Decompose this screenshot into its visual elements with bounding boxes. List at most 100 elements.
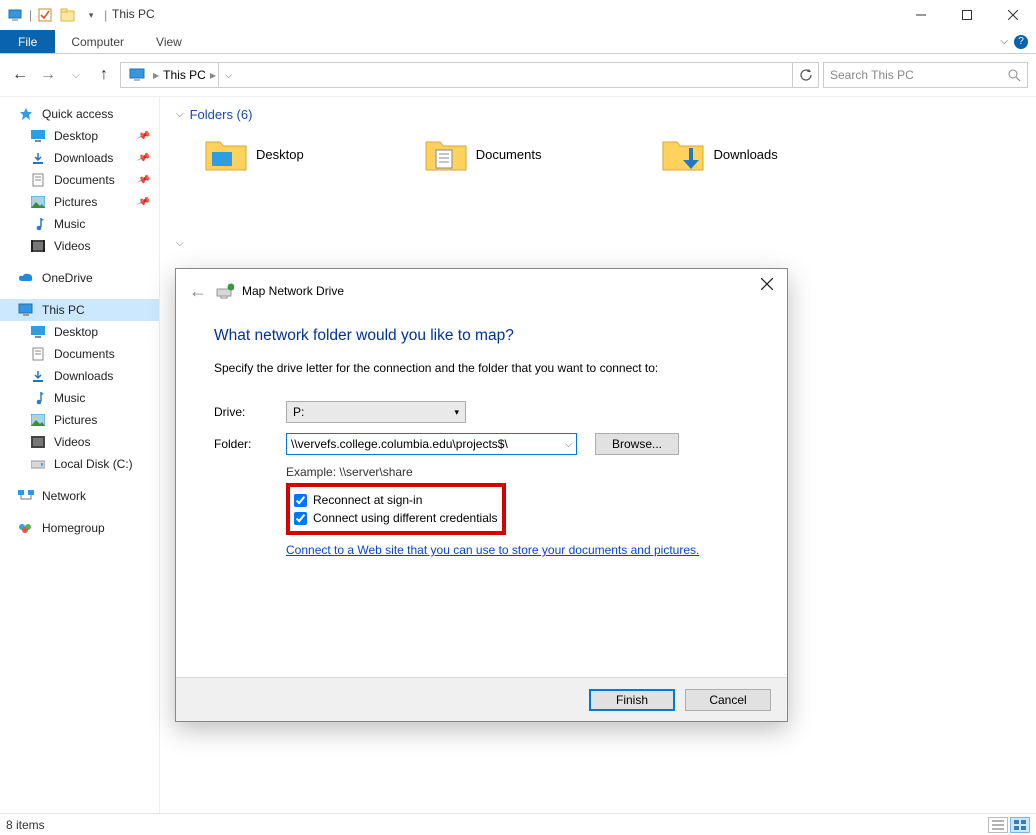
chevron-right-icon[interactable]: ▶ [153,71,159,80]
documents-icon [30,172,46,188]
chevron-down-icon: ⌵ [176,238,184,249]
folder-item-desktop[interactable]: Desktop [204,136,304,172]
drive-value: P: [293,405,304,419]
finish-button[interactable]: Finish [589,689,675,711]
videos-icon [30,238,46,254]
ribbon-tabs: File Computer View ⌵ ? [0,30,1036,54]
checkbox-reconnect[interactable]: Reconnect at sign-in [294,491,498,509]
folder-item-documents[interactable]: Documents [424,136,542,172]
pin-icon: 📌 [135,151,150,166]
folder-item-downloads[interactable]: Downloads [661,136,777,172]
folder-label: Downloads [713,147,777,162]
downloads-icon [30,368,46,384]
drive-label: Drive: [214,405,286,419]
checkbox-credentials[interactable]: Connect using different credentials [294,509,498,527]
browse-button[interactable]: Browse... [595,433,679,455]
dialog-titlebar: ← Map Network Drive [176,269,787,313]
group-header-folders[interactable]: ⌵ Folders (6) [174,103,1022,130]
sidebar-item-pc-videos[interactable]: Videos [0,431,159,453]
tab-view[interactable]: View [140,30,198,53]
qat-dropdown-icon[interactable]: ▾ [81,5,101,25]
close-button[interactable] [990,0,1036,30]
chevron-right-icon[interactable]: ▶ [210,71,216,80]
sidebar-label: Videos [54,435,90,449]
sidebar-item-pc-downloads[interactable]: Downloads [0,365,159,387]
desktop-icon [30,324,46,340]
sidebar-item-pictures[interactable]: Pictures 📌 [0,191,159,213]
sidebar-label: Music [54,391,85,405]
sidebar-item-videos[interactable]: Videos [0,235,159,257]
cancel-button[interactable]: Cancel [685,689,771,711]
chevron-down-icon: ▾ [454,407,459,418]
dialog-subtext: Specify the drive letter for the connect… [214,361,749,375]
search-placeholder: Search This PC [830,68,914,82]
group-header-drives[interactable]: ⌵ [174,234,1022,257]
sidebar-item-downloads[interactable]: Downloads 📌 [0,147,159,169]
downloads-icon [30,150,46,166]
sidebar-label: Network [42,489,86,503]
folder-value: \\vervefs.college.columbia.edu\projects$… [291,437,508,451]
new-folder-icon[interactable] [58,5,78,25]
up-button[interactable]: ↑ [92,63,116,87]
sidebar-item-onedrive[interactable]: OneDrive [0,267,159,289]
view-details-icon[interactable] [988,817,1008,833]
address-dropdown-icon[interactable]: ⌵ [218,62,238,88]
forward-button[interactable]: → [36,63,60,87]
quick-access-toolbar: | ▾ | [0,0,107,30]
dialog-close-button[interactable] [753,273,781,295]
sidebar-item-documents[interactable]: Documents 📌 [0,169,159,191]
tab-computer[interactable]: Computer [55,30,140,53]
sidebar-item-pc-local-disk[interactable]: Local Disk (C:) [0,453,159,475]
sidebar-label: Documents [54,173,115,187]
pc-small-icon [6,5,26,25]
sidebar-label: Downloads [54,369,113,383]
highlighted-options: Reconnect at sign-in Connect using diffe… [286,483,506,535]
sidebar-item-quick-access[interactable]: Quick access [0,103,159,125]
sidebar-label: Homegroup [42,521,105,535]
map-network-drive-dialog: ← Map Network Drive What network folder … [175,268,788,722]
help-icon[interactable]: ? [1014,35,1028,49]
dialog-footer: Finish Cancel [176,677,787,721]
address-bar[interactable]: ▶ This PC ▶ ⌵ [120,62,819,88]
sidebar-item-homegroup[interactable]: Homegroup [0,517,159,539]
checkbox-reconnect-input[interactable] [294,494,307,507]
properties-icon[interactable] [35,5,55,25]
checkbox-label: Reconnect at sign-in [313,493,422,507]
website-link[interactable]: Connect to a Web site that you can use t… [286,543,749,557]
sidebar-item-pc-desktop[interactable]: Desktop [0,321,159,343]
minimize-button[interactable] [898,0,944,30]
pc-icon [129,68,147,82]
pc-icon [18,302,34,318]
onedrive-icon [18,270,34,286]
sidebar-item-pc-pictures[interactable]: Pictures [0,409,159,431]
recent-dropdown-icon[interactable]: ⌵ [64,63,88,87]
view-toggles [988,817,1030,833]
checkbox-credentials-input[interactable] [294,512,307,525]
checkbox-label: Connect using different credentials [313,511,498,525]
chevron-down-icon[interactable]: ⌵ [565,439,572,450]
refresh-button[interactable] [792,62,818,88]
maximize-button[interactable] [944,0,990,30]
sidebar-item-network[interactable]: Network [0,485,159,507]
folder-input[interactable]: \\vervefs.college.columbia.edu\projects$… [286,433,577,455]
window-controls [898,0,1036,30]
search-input[interactable]: Search This PC [823,62,1028,88]
ribbon-expand-icon[interactable]: ⌵ [1000,36,1008,47]
sidebar-label: Desktop [54,129,98,143]
drive-select[interactable]: P: ▾ [286,401,466,423]
sidebar-item-desktop[interactable]: Desktop 📌 [0,125,159,147]
title-bar: | ▾ | This PC [0,0,1036,30]
sidebar-item-this-pc[interactable]: This PC [0,299,159,321]
sidebar-label: Videos [54,239,90,253]
sidebar-item-pc-documents[interactable]: Documents [0,343,159,365]
tab-file[interactable]: File [0,30,55,53]
view-large-icons-icon[interactable] [1010,817,1030,833]
sidebar-item-music[interactable]: Music [0,213,159,235]
back-button[interactable]: ← [8,63,32,87]
folder-label: Folder: [214,437,286,451]
sidebar-label: Quick access [42,107,113,121]
breadcrumb-this-pc[interactable]: This PC [161,68,208,82]
sidebar-item-pc-music[interactable]: Music [0,387,159,409]
homegroup-icon [18,520,34,536]
dialog-back-button[interactable]: ← [184,277,212,305]
